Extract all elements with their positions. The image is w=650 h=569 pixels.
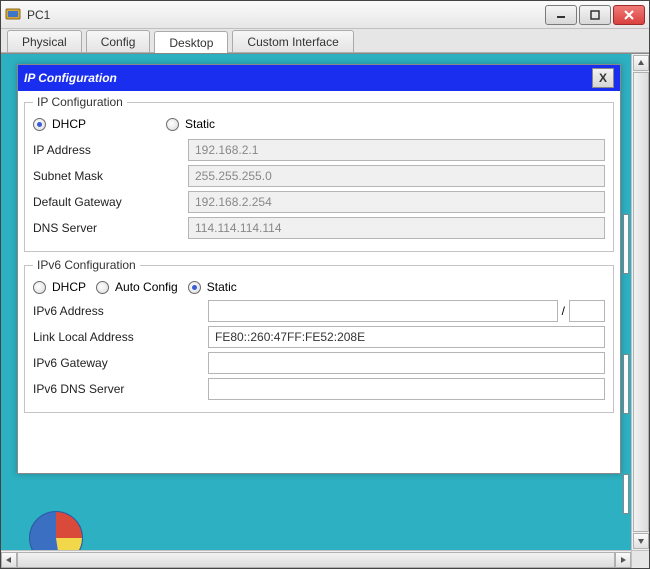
ipv6-gw-row: IPv6 Gateway (33, 352, 605, 374)
scroll-right-button[interactable] (615, 552, 631, 568)
tab-label: Desktop (169, 36, 213, 50)
radio-label: Static (185, 117, 215, 131)
ipv6-prefix-input[interactable] (569, 300, 605, 322)
ipv6-lla-row: Link Local Address (33, 326, 605, 348)
scroll-up-button[interactable] (633, 55, 649, 71)
ipv4-dhcp-radio[interactable]: DHCP (33, 117, 86, 131)
tab-label: Physical (22, 35, 67, 49)
horizontal-scrollbar[interactable] (1, 550, 631, 568)
tab-physical[interactable]: Physical (7, 30, 82, 52)
desktop-area: IP Configuration X IP Configuration DHCP… (1, 53, 649, 568)
ipv6-addr-row: IPv6 Address / (33, 300, 605, 322)
ipv6-address-input[interactable] (208, 300, 558, 322)
tab-label: Custom Interface (247, 35, 338, 49)
radio-icon (188, 281, 201, 294)
ipv6-autoconfig-radio[interactable]: Auto Config (96, 280, 178, 294)
subnet-mask-input[interactable] (188, 165, 605, 187)
prefix-separator: / (558, 304, 569, 318)
ipv6-dns-server-input[interactable] (208, 378, 605, 400)
ipv6-address-label: IPv6 Address (33, 304, 208, 318)
ipv6-gateway-label: IPv6 Gateway (33, 356, 208, 370)
radio-icon (33, 118, 46, 131)
ipv4-gw-row: Default Gateway (33, 191, 605, 213)
dialog-body: IP Configuration DHCP Static IP Address (18, 91, 620, 423)
dialog-close-button[interactable]: X (592, 68, 614, 88)
ipv6-mode-row: DHCP Auto Config Static (33, 280, 605, 294)
dialog-title: IP Configuration (24, 71, 592, 85)
scroll-left-button[interactable] (1, 552, 17, 568)
radio-label: Auto Config (115, 280, 178, 294)
ipv6-static-radio[interactable]: Static (188, 280, 237, 294)
background-panel (623, 474, 629, 514)
radio-icon (166, 118, 179, 131)
vertical-scrollbar[interactable] (631, 54, 649, 550)
radio-icon (33, 281, 46, 294)
scroll-down-button[interactable] (633, 533, 649, 549)
close-icon: X (599, 71, 607, 85)
dns-server-label: DNS Server (33, 221, 188, 235)
tab-custom-interface[interactable]: Custom Interface (232, 30, 353, 52)
radio-icon (96, 281, 109, 294)
ipv4-fieldset: IP Configuration DHCP Static IP Address (24, 95, 614, 252)
default-gateway-label: Default Gateway (33, 195, 188, 209)
window-controls (545, 5, 645, 25)
ipv6-dhcp-radio[interactable]: DHCP (33, 280, 86, 294)
tab-bar: Physical Config Desktop Custom Interface (1, 29, 649, 53)
app-window: PC1 Physical Config Desktop Custom Inter… (0, 0, 650, 569)
default-gateway-input[interactable] (188, 191, 605, 213)
ip-configuration-dialog: IP Configuration X IP Configuration DHCP… (17, 64, 621, 474)
ipv4-ip-row: IP Address (33, 139, 605, 161)
background-panel (623, 354, 629, 414)
tab-label: Config (101, 35, 136, 49)
link-local-address-label: Link Local Address (33, 330, 208, 344)
ipv4-legend: IP Configuration (33, 95, 127, 109)
titlebar: PC1 (1, 1, 649, 29)
ipv4-dns-row: DNS Server (33, 217, 605, 239)
minimize-button[interactable] (545, 5, 577, 25)
app-icon (5, 7, 21, 23)
window-title: PC1 (27, 8, 545, 22)
ipv6-dns-row: IPv6 DNS Server (33, 378, 605, 400)
dns-server-input[interactable] (188, 217, 605, 239)
radio-label: DHCP (52, 280, 86, 294)
tab-desktop[interactable]: Desktop (154, 31, 228, 53)
scroll-track[interactable] (633, 72, 649, 532)
scroll-corner (631, 550, 649, 568)
ipv6-dns-server-label: IPv6 DNS Server (33, 382, 208, 396)
ip-address-label: IP Address (33, 143, 188, 157)
ipv6-legend: IPv6 Configuration (33, 258, 140, 272)
ipv4-mask-row: Subnet Mask (33, 165, 605, 187)
maximize-button[interactable] (579, 5, 611, 25)
ipv6-fieldset: IPv6 Configuration DHCP Auto Config S (24, 258, 614, 413)
dialog-titlebar: IP Configuration X (18, 65, 620, 91)
radio-label: DHCP (52, 117, 86, 131)
scroll-thumb[interactable] (633, 72, 649, 532)
ipv4-static-radio[interactable]: Static (166, 117, 215, 131)
scroll-track[interactable] (17, 552, 615, 568)
radio-label: Static (207, 280, 237, 294)
close-button[interactable] (613, 5, 645, 25)
tab-config[interactable]: Config (86, 30, 151, 52)
ipv4-mode-row: DHCP Static (33, 117, 605, 131)
ip-address-input[interactable] (188, 139, 605, 161)
link-local-address-input[interactable] (208, 326, 605, 348)
scroll-thumb[interactable] (17, 552, 615, 568)
subnet-mask-label: Subnet Mask (33, 169, 188, 183)
ipv6-gateway-input[interactable] (208, 352, 605, 374)
background-panel (623, 214, 629, 274)
